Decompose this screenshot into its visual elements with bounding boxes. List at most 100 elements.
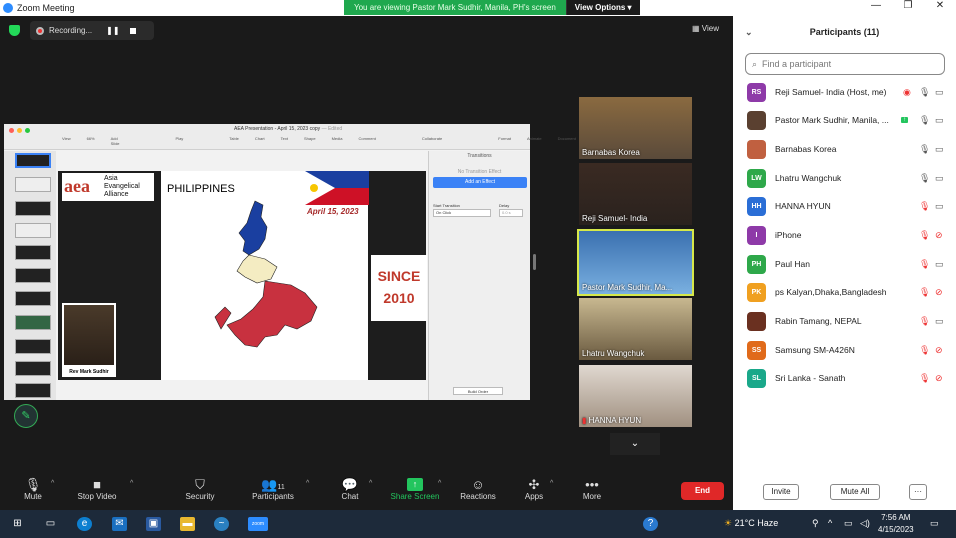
mail-icon[interactable]: ✉ — [112, 517, 127, 531]
person-icon[interactable]: ⚲ — [812, 518, 819, 529]
system-clock[interactable]: 7:56 AM 4/15/2023 — [878, 512, 914, 536]
chat-button[interactable]: 💬 Chat — [336, 477, 364, 501]
maximize-button[interactable]: ❐ — [892, 0, 924, 11]
view-options-label: View Options — [574, 3, 626, 12]
view-button[interactable]: ▦ View — [692, 24, 719, 33]
zoom-level: 66% — [86, 136, 95, 141]
video-off-icon: ⊘ — [935, 286, 943, 297]
clock-date: 4/15/2023 — [878, 525, 914, 534]
video-tile[interactable]: ▮ HANNA HYUN — [579, 365, 692, 427]
edge-browser-icon[interactable]: e — [77, 517, 92, 531]
participants-title: Participants (11) — [809, 27, 880, 37]
keynote-tools: View 66% Add Slide Play Table Chart Text… — [62, 136, 576, 146]
chat-options-chevron-icon[interactable]: ^ — [369, 480, 372, 487]
panel-more-button[interactable]: ··· — [909, 484, 927, 500]
viewing-message: You are viewing Pastor Mark Sudhir, Mani… — [354, 3, 556, 12]
file-explorer-icon[interactable]: ▬ — [180, 517, 195, 531]
participant-row[interactable]: I iPhone 🎙 ⊘ — [733, 221, 956, 249]
keynote-side-panel: Transitions No Transition Effect Add an … — [428, 151, 530, 400]
zoom-taskbar-icon[interactable]: zoom — [248, 517, 268, 531]
app-icon[interactable]: ~ — [214, 517, 229, 531]
view-grid-icon: ▦ — [692, 24, 700, 33]
stop-video-label: Stop Video — [77, 492, 117, 501]
annotate-pencil-icon[interactable]: ✎ — [14, 404, 38, 428]
participants-count: 11 — [277, 484, 285, 491]
video-camera-icon: ▭ — [935, 200, 944, 211]
apps-options-chevron-icon[interactable]: ^ — [550, 480, 553, 487]
mute-options-chevron-icon[interactable]: ^ — [51, 480, 54, 487]
record-dot-icon — [36, 26, 44, 35]
video-tile[interactable]: Lhatru Wangchuk — [579, 298, 692, 360]
weather-text: 21°C Haze — [734, 518, 779, 528]
end-meeting-button[interactable]: End — [681, 482, 724, 500]
view-options-button[interactable]: View Options ▾ — [565, 0, 640, 15]
share-screen-button[interactable]: ↑ Share Screen — [388, 477, 442, 501]
org-line2: Evangelical — [104, 183, 140, 190]
security-shield-icon[interactable] — [9, 25, 20, 36]
aea-logo-mark: aea — [64, 176, 90, 196]
invite-button[interactable]: Invite — [763, 484, 799, 500]
slide-thumbnail — [15, 268, 51, 283]
close-button[interactable]: ✕ — [924, 0, 956, 11]
windows-start-icon[interactable]: ⊞ — [10, 517, 25, 531]
participant-row[interactable]: HH HANNA HYUN 🎙 ▭ — [733, 192, 956, 220]
video-camera-icon: ▭ — [935, 315, 944, 326]
participant-name: Barnabas Korea — [775, 144, 837, 154]
participant-row[interactable]: SS Samsung SM-A426N 🎙 ⊘ — [733, 336, 956, 364]
participant-row[interactable]: RS Reji Samuel- India (Host, me) ◉ 🎙 ▭ — [733, 78, 956, 106]
pause-recording-icon[interactable]: ❚❚ — [106, 26, 119, 35]
more-button[interactable]: ••• More — [578, 477, 606, 501]
participant-row[interactable]: PK ps Kalyan,Dhaka,Bangladesh 🎙 ⊘ — [733, 278, 956, 306]
video-tile-active-speaker[interactable]: Pastor Mark Sudhir, Ma... — [577, 229, 694, 296]
participant-name: iPhone — [775, 230, 802, 240]
store-icon[interactable]: ▣ — [146, 517, 161, 531]
minimize-button[interactable]: — — [860, 0, 892, 11]
security-button[interactable]: ⛉ Security — [182, 477, 218, 501]
participants-button[interactable]: 👥11 Participants — [250, 477, 296, 501]
mute-all-button[interactable]: Mute All — [830, 484, 880, 500]
participant-row[interactable]: Pastor Mark Sudhir, Manila, ... ↑ 🎙 ▭ — [733, 106, 956, 134]
shared-screen[interactable]: AEA Presentation - April 15, 2023 copy —… — [4, 124, 576, 400]
video-name-text: HANNA HYUN — [588, 416, 642, 425]
participant-row[interactable]: SL Sri Lanka - Sanath 🎙 ⊘ — [733, 364, 956, 392]
share-options-chevron-icon[interactable]: ^ — [438, 480, 441, 487]
search-placeholder: Find a participant — [762, 59, 832, 69]
chat-bubble-icon: 💬 — [341, 477, 359, 492]
notifications-icon[interactable]: ▭ — [930, 518, 939, 529]
current-slide: aea Asia Evangelical Alliance PHILIPPINES … — [58, 171, 427, 380]
participants-options-chevron-icon[interactable]: ^ — [306, 480, 309, 487]
zoom-logo-icon — [3, 3, 13, 13]
chevron-up-icon[interactable]: ^ — [828, 518, 832, 528]
video-tile[interactable]: Barnabas Korea — [579, 97, 692, 159]
slide-thumbnail — [15, 153, 51, 168]
windows-taskbar: ⊞ ▭ e ✉ ▣ ▬ ~ zoom ? ☀ 21°C Haze ⚲ ^ ▭ ◁… — [0, 510, 956, 538]
task-view-icon[interactable]: ▭ — [43, 517, 58, 531]
participant-name: ps Kalyan,Dhaka,Bangladesh — [775, 287, 887, 297]
weather-sun-icon: ☀ — [724, 518, 733, 528]
help-icon[interactable]: ? — [643, 517, 658, 531]
participant-row[interactable]: Barnabas Korea 🎙 ▭ — [733, 135, 956, 163]
participant-row[interactable]: Rabin Tamang, NEPAL 🎙 ▭ — [733, 307, 956, 335]
participant-name: HANNA HYUN — [775, 201, 831, 211]
battery-icon[interactable]: ▭ — [844, 518, 853, 529]
participant-row[interactable]: PH Paul Han 🎙 ▭ — [733, 250, 956, 278]
video-options-chevron-icon[interactable]: ^ — [130, 480, 133, 487]
weather-widget[interactable]: ☀ 21°C Haze — [724, 518, 778, 529]
reactions-button[interactable]: ☺ Reactions — [458, 477, 498, 501]
speaker-icon[interactable]: ◁) — [860, 518, 870, 529]
slide-thumbnail — [15, 383, 51, 398]
participant-row[interactable]: LW Lhatru Wangchuk 🎙 ▭ — [733, 164, 956, 192]
stop-recording-icon[interactable] — [129, 27, 136, 34]
video-tile[interactable]: Reji Samuel- India — [579, 163, 692, 225]
apps-button[interactable]: ✣ Apps — [522, 477, 546, 501]
participant-search-input[interactable]: ⌕ Find a participant — [745, 53, 945, 75]
mute-button[interactable]: 🎙 Mute — [18, 477, 48, 501]
presenter-photo: Rev Mark Sudhir — [62, 303, 116, 377]
scroll-down-chevron-icon[interactable]: ⌄ — [610, 433, 660, 455]
avatar: HH — [747, 196, 766, 216]
avatar: PH — [747, 254, 766, 274]
split-handle[interactable] — [533, 254, 536, 270]
stop-video-button[interactable]: ■ Stop Video — [72, 477, 122, 501]
start-transition-label: Start Transition — [433, 203, 460, 208]
panel-collapse-chevron-icon[interactable]: ⌄ — [745, 16, 753, 48]
